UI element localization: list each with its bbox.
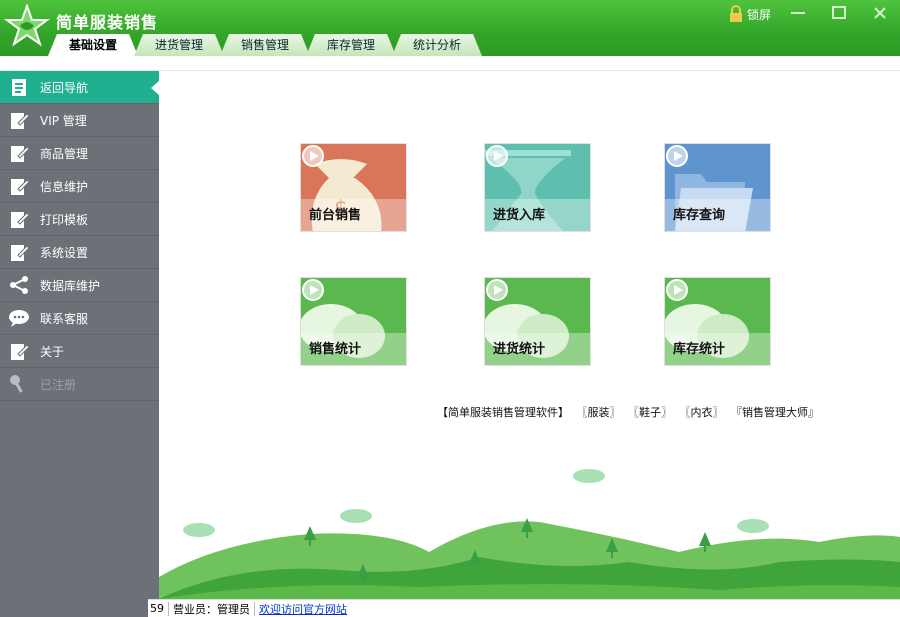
sidebar-item-label: 联系客服 xyxy=(40,311,89,326)
sidebar-item-label: 商品管理 xyxy=(40,146,89,161)
sidebar-item-label: 信息维护 xyxy=(40,179,89,194)
tile-label: 销售统计 xyxy=(309,342,362,357)
sidebar-item-database[interactable]: 数据库维护 xyxy=(0,269,159,302)
logo-icon xyxy=(4,4,50,47)
edit-icon xyxy=(11,245,30,261)
maximize-icon[interactable] xyxy=(828,4,850,22)
app-window: 简单服装销售 锁屏 基础设置 进货管理 销售管理 库存管理 统计分析 返回导航 … xyxy=(0,0,900,617)
lock-screen-label: 锁屏 xyxy=(747,7,772,22)
tile-purchase-inbound[interactable]: 进货入库 xyxy=(484,143,591,232)
sidebar-item-registered: 已注册 xyxy=(0,368,159,401)
edit-icon xyxy=(11,113,30,129)
sidebar-footer xyxy=(0,599,148,617)
official-website-link[interactable]: 欢迎访问官方网站 xyxy=(259,601,347,617)
tile-label: 进货统计 xyxy=(493,342,546,357)
product-links: 【简单服装销售管理软件】 〖服装〗 〖鞋子〗 〖内衣〗 『销售管理大师』 xyxy=(437,404,823,420)
edit-icon xyxy=(11,212,30,228)
link-underwear[interactable]: 〖内衣〗 xyxy=(680,406,724,419)
play-icon xyxy=(302,145,324,167)
tile-sales-stats[interactable]: 销售统计 xyxy=(300,277,407,366)
tile-inventory-stats[interactable]: 库存统计 xyxy=(664,277,771,366)
close-icon[interactable] xyxy=(869,4,891,22)
sidebar-item-label: 返回导航 xyxy=(40,80,89,95)
link-shoes[interactable]: 〖鞋子〗 xyxy=(628,406,672,419)
lock-icon xyxy=(730,5,742,22)
key-icon xyxy=(10,375,23,393)
app-title: 简单服装销售 xyxy=(56,13,159,32)
tile-label: 进货入库 xyxy=(493,208,546,223)
toolbar-strip xyxy=(0,56,900,71)
tab-sales[interactable]: 销售管理 xyxy=(220,34,310,56)
sidebar-item-info[interactable]: 信息维护 xyxy=(0,170,159,203)
sidebar-item-label: 打印模板 xyxy=(40,212,89,227)
sidebar-item-system-settings[interactable]: 系统设置 xyxy=(0,236,159,269)
sidebar-item-label: 关于 xyxy=(40,344,65,359)
play-icon xyxy=(666,145,688,167)
lock-screen-button[interactable]: 锁屏 xyxy=(728,4,771,24)
title-bar: 简单服装销售 锁屏 基础设置 进货管理 销售管理 库存管理 统计分析 xyxy=(0,0,900,56)
edit-icon xyxy=(11,146,30,162)
link-software[interactable]: 【简单服装销售管理软件】 xyxy=(437,406,569,419)
sidebar-item-label: 数据库维护 xyxy=(40,278,101,293)
tile-label: 库存统计 xyxy=(673,342,726,357)
tab-statistics[interactable]: 统计分析 xyxy=(392,34,482,56)
minimize-icon[interactable] xyxy=(787,4,809,22)
sidebar-item-back-nav[interactable]: 返回导航 xyxy=(0,71,159,104)
tile-label: 前台销售 xyxy=(309,208,362,223)
status-divider xyxy=(168,601,169,616)
status-count: 59 xyxy=(150,602,164,615)
tile-purchase-stats[interactable]: 进货统计 xyxy=(484,277,591,366)
play-icon xyxy=(486,145,508,167)
status-divider xyxy=(254,601,255,616)
sidebar-item-products[interactable]: 商品管理 xyxy=(0,137,159,170)
sidebar: 返回导航 VIP 管理 商品管理 信息维护 打印模板 系统设置 数据库维护 联系… xyxy=(0,71,159,599)
main-panel: $ 前台销售 进货入库 库存查询 销售统计 进货统计 库存统计 【简单服装销售管… xyxy=(159,72,900,599)
play-icon xyxy=(666,279,688,301)
sidebar-item-print-template[interactable]: 打印模板 xyxy=(0,203,159,236)
chat-icon xyxy=(9,310,29,327)
sidebar-item-vip[interactable]: VIP 管理 xyxy=(0,104,159,137)
play-icon xyxy=(302,279,324,301)
play-icon xyxy=(486,279,508,301)
status-bar: 59 营业员：管理员 欢迎访问官方网站 xyxy=(148,599,900,617)
tab-purchase[interactable]: 进货管理 xyxy=(134,34,224,56)
sidebar-item-label: 已注册 xyxy=(40,377,77,392)
tile-front-sales[interactable]: $ 前台销售 xyxy=(300,143,407,232)
tab-inventory[interactable]: 库存管理 xyxy=(306,34,396,56)
share-icon xyxy=(10,276,28,294)
tile-inventory-query[interactable]: 库存查询 xyxy=(664,143,771,232)
document-icon xyxy=(12,79,26,96)
sidebar-item-label: 系统设置 xyxy=(40,245,89,260)
sidebar-item-about[interactable]: 关于 xyxy=(0,335,159,368)
link-sales-master[interactable]: 『销售管理大师』 xyxy=(731,406,819,419)
edit-icon xyxy=(11,179,30,195)
link-clothing[interactable]: 〖服装〗 xyxy=(577,406,621,419)
status-operator: 营业员：管理员 xyxy=(173,602,250,616)
tile-label: 库存查询 xyxy=(673,208,726,223)
landscape-illustration xyxy=(159,469,900,599)
sidebar-item-label: VIP 管理 xyxy=(40,113,87,128)
sidebar-item-support[interactable]: 联系客服 xyxy=(0,302,159,335)
edit-icon xyxy=(11,344,30,360)
tab-basic-settings[interactable]: 基础设置 xyxy=(48,34,138,56)
